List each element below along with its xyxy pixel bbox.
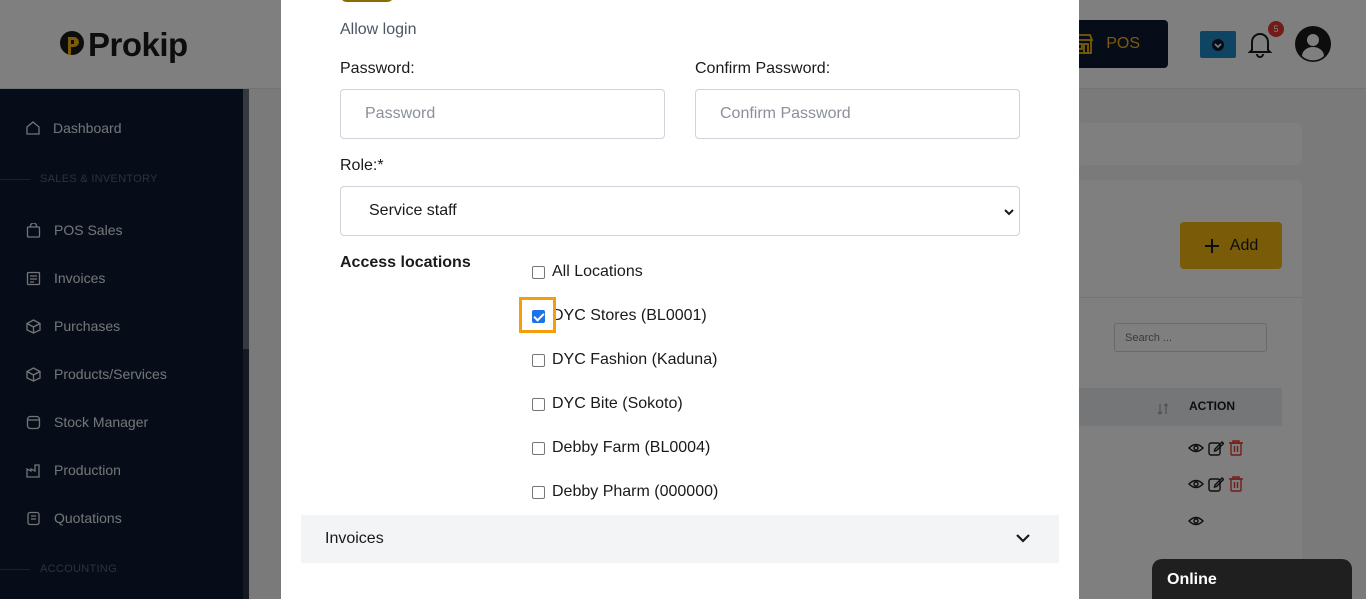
password-label: Password: [340,60,415,77]
chevron-down-icon [1004,209,1014,216]
confirm-password-label: Confirm Password: [695,60,831,77]
accordion-label: Invoices [325,530,384,547]
location-label: DYC Fashion (Kaduna) [552,351,718,368]
location-label: All Locations [552,263,643,280]
location-checkbox-row[interactable]: DYC Stores (BL0001) [532,307,707,325]
chat-status-label: Online [1167,571,1217,588]
role-label: Role:* [340,157,384,174]
location-checkbox-row[interactable]: All Locations [532,263,643,281]
allow-login-label: Allow login [340,21,417,38]
location-checkbox-row[interactable]: DYC Bite (Sokoto) [532,395,683,413]
role-selected-value: Service staff [369,202,457,219]
location-label: Debby Farm (BL0004) [552,439,711,456]
chat-status-widget[interactable]: Online [1152,559,1352,599]
location-label: DYC Bite (Sokoto) [552,395,683,412]
location-label: DYC Stores (BL0001) [552,307,707,324]
location-checkbox[interactable] [532,353,545,367]
location-checkbox[interactable] [532,441,545,455]
location-checkbox-row[interactable]: Debby Farm (BL0004) [532,439,710,457]
chevron-down-icon [1016,534,1030,543]
highlight-box [519,297,556,333]
location-checkbox[interactable] [532,265,545,279]
invoices-accordion[interactable]: Invoices [301,515,1059,563]
location-checkbox[interactable] [532,397,545,411]
location-checkbox[interactable] [532,485,545,499]
location-checkbox-row[interactable]: DYC Fashion (Kaduna) [532,351,717,369]
location-checkbox-row[interactable]: Debby Pharm (000000) [532,483,718,501]
role-select[interactable]: Service staff [340,186,1020,236]
confirm-password-input[interactable] [695,89,1020,139]
allow-login-toggle[interactable] [340,0,394,2]
password-input[interactable] [340,89,665,139]
access-locations-label: Access locations [340,254,471,271]
location-label: Debby Pharm (000000) [552,483,719,500]
